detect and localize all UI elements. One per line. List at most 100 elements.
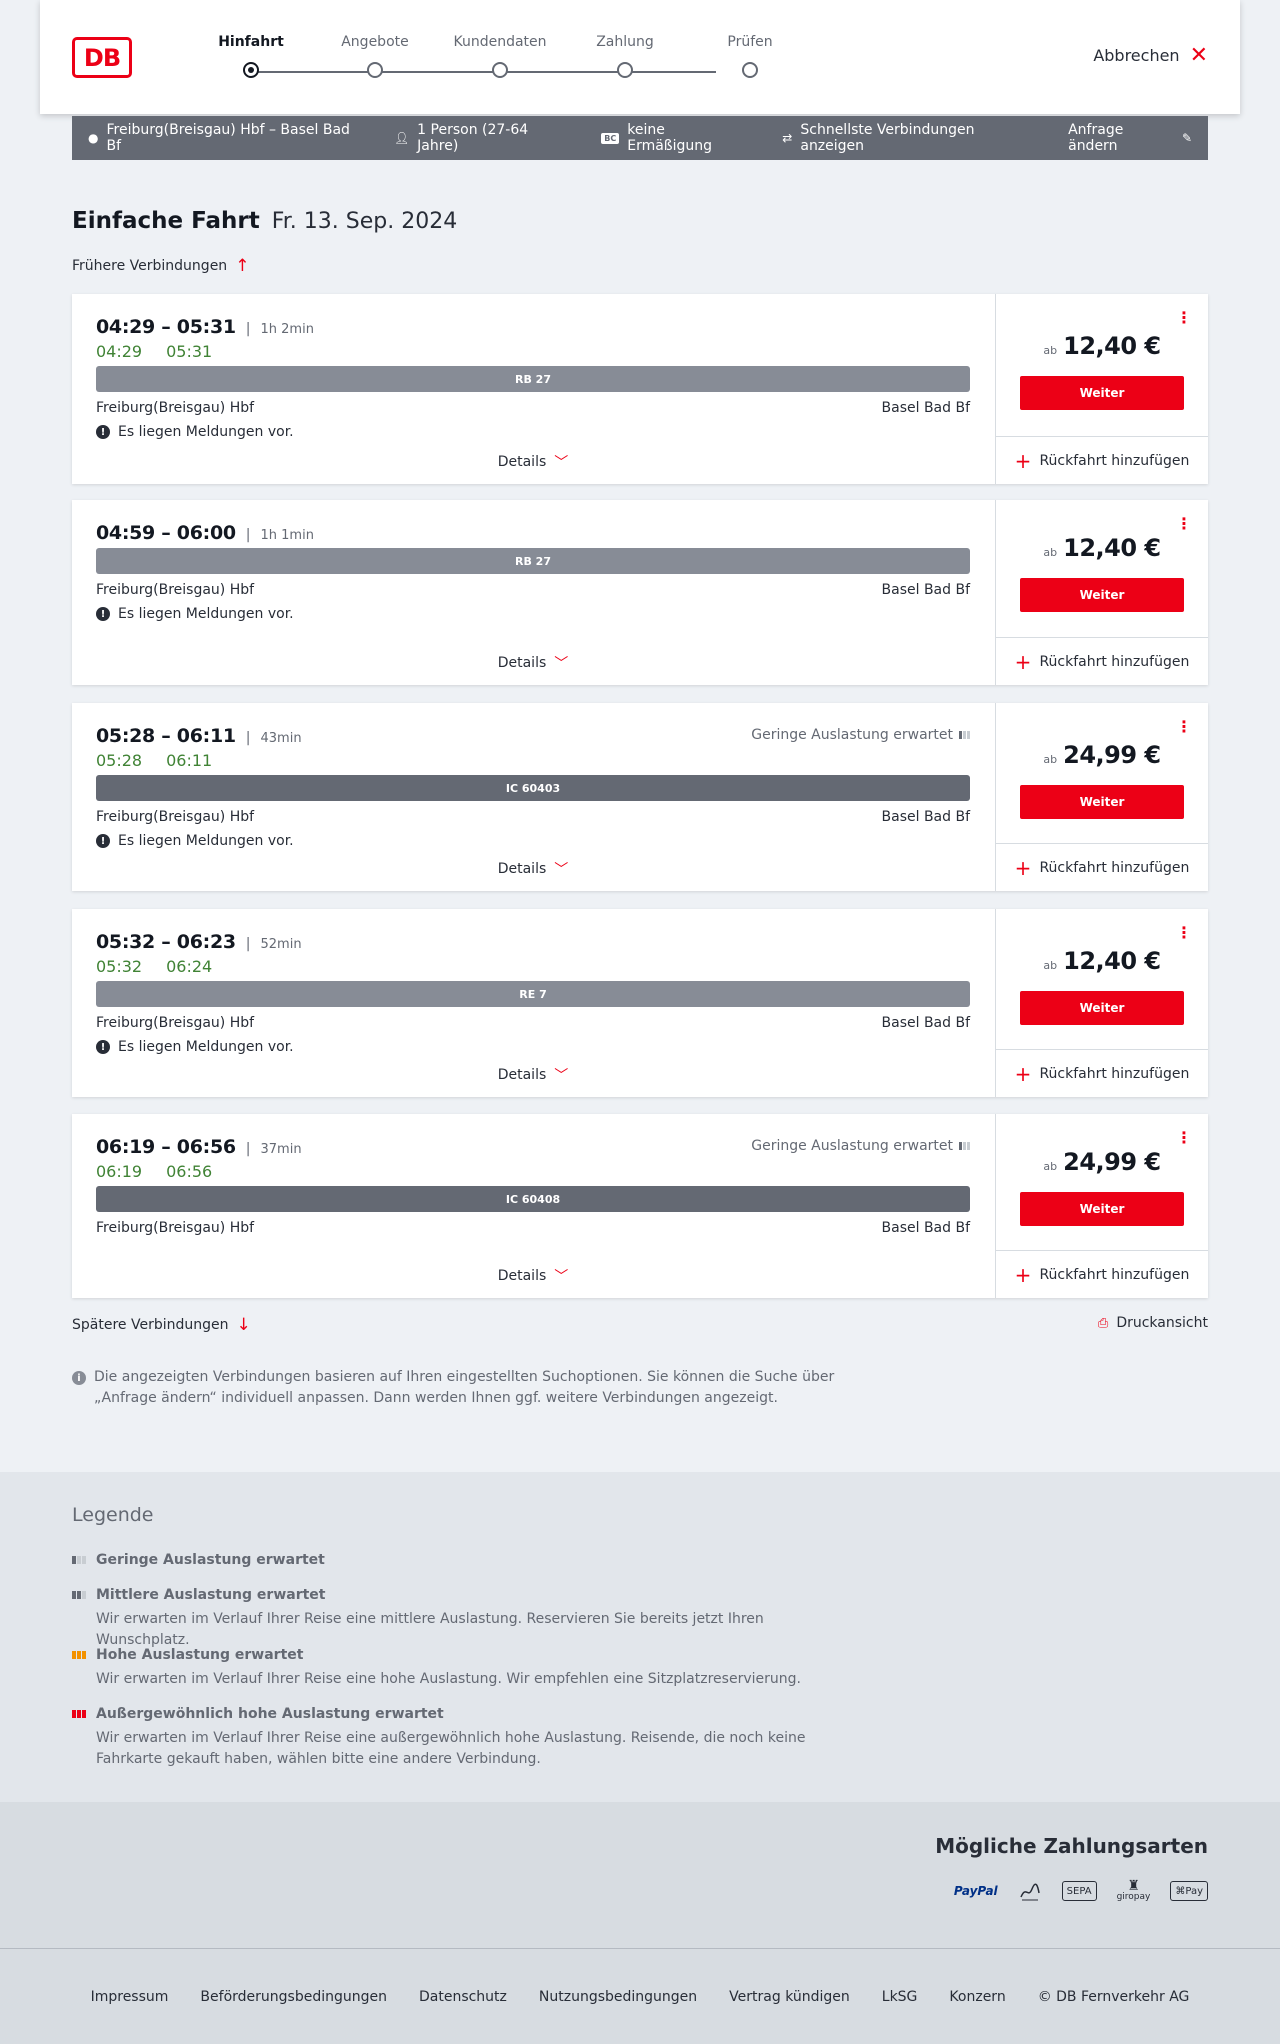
- pencil-icon: ✎: [1181, 131, 1193, 145]
- legend-item-description: Wir erwarten im Verlauf Ihrer Reise eine…: [96, 1611, 764, 1648]
- origin-station: Freiburg(Breisgau) Hbf: [96, 1220, 255, 1236]
- more-options-icon[interactable]: ⋮: [1176, 719, 1192, 735]
- planned-times: 05:28 – 06:11 | 43min: [96, 725, 302, 747]
- arrow-up-icon: ↑: [235, 256, 250, 276]
- details-toggle[interactable]: Details ﹀: [72, 1266, 994, 1286]
- stations-row: Freiburg(Breisgau) Hbf Basel Bad Bf: [96, 400, 970, 416]
- booking-header: DB Hinfahrt Angebote Kundendaten Zahlung…: [40, 0, 1240, 114]
- add-return-trip-button[interactable]: + Rückfahrt hinzufügen: [996, 1049, 1208, 1097]
- earlier-connections-link[interactable]: Frühere Verbindungen ↑: [72, 256, 249, 276]
- giropay-icon: ♜ giropay: [1116, 1878, 1151, 1902]
- departure-arrival: 05:32 – 06:23: [96, 931, 236, 953]
- divider: |: [245, 730, 251, 746]
- change-request-button[interactable]: Anfrage ändern ✎: [1068, 122, 1192, 154]
- travel-date: Fr. 13. Sep. 2024: [271, 209, 458, 234]
- train-product-bar[interactable]: RB 27: [96, 366, 970, 392]
- divider: |: [245, 527, 251, 543]
- duration: 37min: [260, 1142, 302, 1157]
- footer-link[interactable]: Vertrag kündigen: [729, 1989, 850, 2005]
- db-logo[interactable]: DB: [72, 37, 132, 78]
- info-icon: i: [72, 1371, 86, 1385]
- connection-card: 05:32 – 06:23 | 52min 05:32 06:24 RE 7 F…: [72, 909, 1208, 1097]
- details-toggle[interactable]: Details ﹀: [72, 653, 994, 673]
- occupancy-low-icon: [959, 731, 970, 739]
- details-toggle[interactable]: Details ﹀: [72, 1065, 994, 1085]
- details-toggle[interactable]: Details ﹀: [72, 859, 994, 879]
- legend-item-title: Außergewöhnlich hohe Auslastung erwartet: [72, 1706, 832, 1722]
- more-options-icon[interactable]: ⋮: [1176, 516, 1192, 532]
- continue-button[interactable]: Weiter: [1020, 785, 1184, 819]
- footer-link: © DB Fernverkehr AG: [1037, 1988, 1190, 2005]
- step-dot: [742, 62, 758, 78]
- train-product-bar[interactable]: IC 60403: [96, 775, 970, 801]
- connection-info[interactable]: 04:59 – 06:00 | 1h 1min RB 27 Freiburg(B…: [72, 500, 994, 685]
- step-dot: [617, 62, 633, 78]
- search-info-note: i Die angezeigten Verbindungen basieren …: [72, 1367, 852, 1409]
- plus-icon: +: [1014, 649, 1032, 674]
- continue-button[interactable]: Weiter: [1020, 1192, 1184, 1226]
- apple-pay-icon: ⌘ Pay: [1170, 1881, 1208, 1901]
- continue-button[interactable]: Weiter: [1020, 376, 1184, 410]
- price: ab 12,40 €: [1043, 947, 1161, 975]
- destination-station: Basel Bad Bf: [881, 1015, 970, 1031]
- duration: 1h 1min: [260, 528, 314, 543]
- realtime-arrival: 06:11: [166, 751, 213, 770]
- chevron-down-icon: ﹀: [554, 862, 569, 878]
- footer-link[interactable]: Konzern: [949, 1989, 1005, 2005]
- more-options-icon[interactable]: ⋮: [1176, 310, 1192, 326]
- booking-progress-steps: Hinfahrt Angebote Kundendaten Zahlung Pr…: [210, 34, 773, 84]
- legend-item-description: Wir erwarten im Verlauf Ihrer Reise eine…: [96, 1671, 801, 1687]
- step-dot: [492, 62, 508, 78]
- add-return-trip-button[interactable]: + Rückfahrt hinzufügen: [996, 637, 1208, 685]
- cancel-button[interactable]: Abbrechen ✕: [1093, 44, 1208, 66]
- fastest-connections-toggle[interactable]: ⇄ Schnellste Verbindungen anzeigen: [782, 122, 1036, 154]
- payment-title: Mögliche Zahlungsarten: [935, 1834, 1208, 1858]
- add-return-trip-button[interactable]: + Rückfahrt hinzufügen: [996, 436, 1208, 484]
- connection-info[interactable]: 04:29 – 05:31 | 1h 2min 04:29 05:31 RB 2…: [72, 294, 994, 484]
- legend-title: Legende: [72, 1504, 154, 1526]
- connection-info[interactable]: 06:19 – 06:56 | 37min 06:19 06:56 Gering…: [72, 1114, 994, 1298]
- later-connections-link[interactable]: Spätere Verbindungen ↓: [72, 1315, 251, 1335]
- price-panel: ⋮ ab 24,99 € Weiter + Rückfahrt hinzufüg…: [995, 703, 1208, 891]
- price-value: 24,99 €: [1063, 1148, 1161, 1176]
- details-toggle[interactable]: Details ﹀: [72, 452, 994, 472]
- realtime-times: 05:32 06:24: [96, 957, 212, 976]
- connection-info[interactable]: 05:28 – 06:11 | 43min 05:28 06:11 Gering…: [72, 703, 994, 891]
- planned-times: 06:19 – 06:56 | 37min: [96, 1136, 302, 1158]
- more-options-icon[interactable]: ⋮: [1176, 925, 1192, 941]
- destination-station: Basel Bad Bf: [881, 582, 970, 598]
- footer-link[interactable]: Datenschutz: [419, 1989, 507, 2005]
- more-options-icon[interactable]: ⋮: [1176, 1130, 1192, 1146]
- continue-button[interactable]: Weiter: [1020, 578, 1184, 612]
- footer-link[interactable]: LkSG: [882, 1989, 918, 2005]
- footer: Impressum Beförderungsbedingungen Datensch…: [0, 1948, 1280, 2044]
- chevron-down-icon: ﹀: [554, 1068, 569, 1084]
- price-value: 24,99 €: [1063, 741, 1161, 769]
- destination-station: Basel Bad Bf: [881, 1220, 970, 1236]
- footer-link[interactable]: Beförderungsbedingungen: [200, 1989, 387, 2005]
- duration: 43min: [260, 731, 302, 746]
- swap-arrows-icon: ⇄: [782, 131, 793, 145]
- price-value: 12,40 €: [1063, 534, 1161, 562]
- add-return-trip-button[interactable]: + Rückfahrt hinzufügen: [996, 843, 1208, 891]
- planned-times: 04:29 – 05:31 | 1h 2min: [96, 316, 314, 338]
- footer-link[interactable]: Nutzungsbedingungen: [539, 1989, 697, 2005]
- price: ab 24,99 €: [1043, 741, 1161, 769]
- connection-info[interactable]: 05:32 – 06:23 | 52min 05:32 06:24 RE 7 F…: [72, 909, 994, 1097]
- train-product-bar[interactable]: IC 60408: [96, 1186, 970, 1212]
- credit-card-signature-icon: [1018, 1878, 1042, 1904]
- connection-card: 04:59 – 06:00 | 1h 1min RB 27 Freiburg(B…: [72, 500, 1208, 685]
- add-return-trip-button[interactable]: + Rückfahrt hinzufügen: [996, 1250, 1208, 1298]
- planned-times: 05:32 – 06:23 | 52min: [96, 931, 302, 953]
- footer-link[interactable]: Impressum: [91, 1989, 169, 2005]
- continue-button[interactable]: Weiter: [1020, 991, 1184, 1025]
- print-view-link[interactable]: ⎙ Druckansicht: [1098, 1315, 1208, 1331]
- realtime-times: 06:19 06:56: [96, 1162, 212, 1181]
- train-product-bar[interactable]: RE 7: [96, 981, 970, 1007]
- realtime-departure: 04:29: [96, 342, 143, 361]
- origin-station: Freiburg(Breisgau) Hbf: [96, 1015, 255, 1031]
- step-hinfahrt[interactable]: Hinfahrt: [201, 34, 301, 78]
- train-product-bar[interactable]: RB 27: [96, 548, 970, 574]
- duration: 1h 2min: [260, 322, 314, 337]
- occupancy-indicator: Geringe Auslastung erwartet: [751, 1138, 970, 1154]
